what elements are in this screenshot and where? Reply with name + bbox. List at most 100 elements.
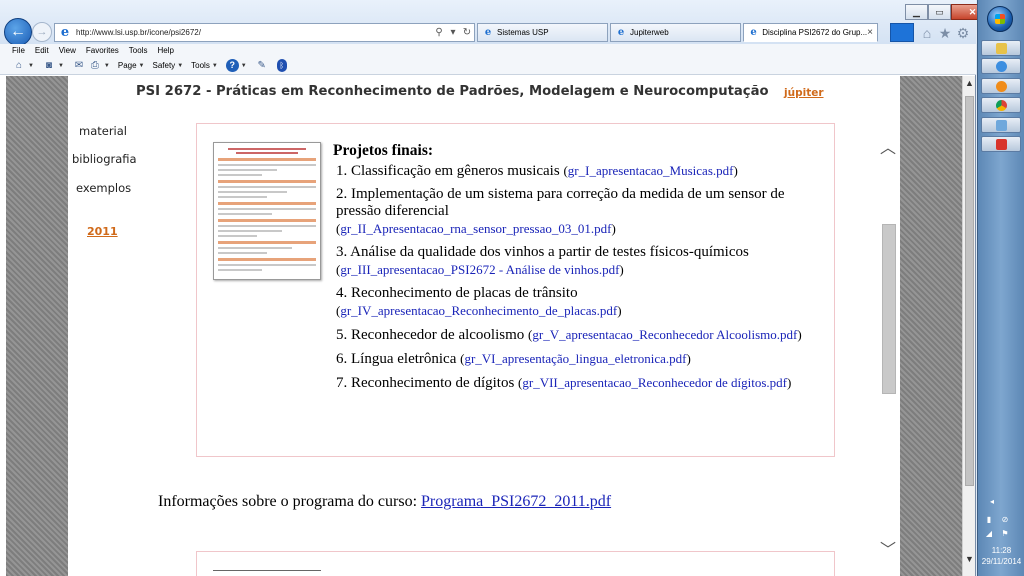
page-scrollbar[interactable]: ▲ ▼ (962, 76, 975, 576)
menu-bar: File Edit View Favorites Tools Help (0, 44, 976, 57)
star-icon[interactable]: ★ (937, 25, 953, 41)
scroll-up-icon[interactable]: ▲ (964, 78, 975, 88)
tab-label: Disciplina PSI2672 do Grup... (762, 28, 868, 37)
program-info-text: Informações sobre o programa do curso: (158, 493, 422, 510)
help-icon[interactable]: ? (225, 59, 239, 72)
feeds-icon[interactable]: ◙ (42, 59, 56, 73)
scroll-down-icon[interactable]: ▼ (964, 554, 975, 564)
menu-favorites[interactable]: Favorites (86, 46, 119, 55)
chevron-down-icon[interactable]: ▼ (58, 63, 64, 69)
forward-button[interactable]: → (32, 22, 52, 42)
maximize-button[interactable]: ▭ (928, 4, 951, 20)
print-icon[interactable]: ⎙ (88, 59, 102, 73)
project-item: 3. Análise da qualidade dos vinhos a par… (336, 244, 749, 277)
project-title: 2. Implementação de um sistema para corr… (336, 186, 785, 219)
signal-icon[interactable]: ◢ (984, 529, 994, 539)
ie-icon: e (484, 26, 492, 38)
tab-label: Sistemas USP (497, 28, 549, 37)
home-icon[interactable]: ⌂ (919, 25, 935, 41)
project-pdf-link[interactable]: gr_III_apresentacao_PSI2672 - Análise de… (340, 262, 619, 277)
safety-menu[interactable]: Safety (153, 61, 176, 70)
start-button[interactable] (987, 6, 1013, 32)
home-page-icon[interactable]: ⌂ (12, 59, 26, 73)
program-pdf-link[interactable]: Programa_PSI2672_2011.pdf (421, 493, 611, 510)
frame-scroll-thumb[interactable] (882, 224, 896, 394)
project-title: 1. Classificação em gêneros musicais (336, 163, 560, 179)
bluetooth-icon[interactable]: ᛒ (276, 59, 287, 72)
network-warning-icon[interactable]: ⊘ (1000, 515, 1010, 525)
chevron-down-icon[interactable]: ▼ (28, 63, 34, 69)
projects-list: Projetos finais: 1. Classificação em gên… (333, 142, 813, 398)
sidebar-item-material[interactable]: material (79, 124, 127, 138)
research-icon[interactable]: ✎ (255, 59, 269, 73)
project-pdf-link[interactable]: gr_IV_apresentacao_Reconhecimento_de_pla… (340, 303, 617, 318)
back-button[interactable]: ← (4, 18, 32, 46)
program-info: Informações sobre o programa do curso: P… (158, 493, 611, 511)
tab-jupiterweb[interactable]: e Jupiterweb (610, 23, 741, 42)
minimize-button[interactable]: ▁ (905, 4, 928, 20)
project-pdf-link[interactable]: gr_II_Apresentacao_rna_sensor_pressao_03… (340, 221, 611, 236)
system-tray: ◂ ▮ ⊘ ◢ ⚑ 11:28 29/11/2014 (978, 495, 1024, 575)
search-icon[interactable]: ⚲ (432, 27, 446, 38)
page-background-left (6, 76, 68, 576)
frame-scrollbar[interactable]: ︿ ﹀ (880, 124, 896, 564)
project-item: 2. Implementação de um sistema para corr… (336, 186, 785, 236)
battery-icon[interactable]: ▮ (984, 515, 994, 525)
tab-disciplina-psi2672[interactable]: e Disciplina PSI2672 do Grup... × (743, 23, 878, 42)
menu-edit[interactable]: Edit (35, 46, 49, 55)
taskbar-media-player[interactable] (981, 78, 1021, 94)
chevron-down-icon[interactable]: ▼ (212, 63, 218, 69)
chevron-down-icon[interactable]: ﹀ (880, 536, 896, 560)
page-title: PSI 2672 - Práticas em Reconhecimento de… (136, 84, 769, 99)
tray-expand-icon[interactable]: ◂ (990, 497, 994, 506)
document-thumbnail[interactable] (213, 142, 321, 280)
page-scroll-thumb[interactable] (965, 96, 974, 486)
project-item: 1. Classificação em gêneros musicais (gr… (336, 163, 738, 179)
projects-box: Projetos finais: 1. Classificação em gên… (196, 123, 835, 457)
taskbar-chrome[interactable] (981, 97, 1021, 113)
document-thumbnail[interactable] (213, 570, 321, 576)
taskbar-internet-explorer[interactable] (981, 58, 1021, 74)
address-bar[interactable]: e http://www.lsi.usp.br/icone/psi2672/ ⚲… (54, 23, 475, 42)
page-menu[interactable]: Page (118, 61, 137, 70)
project-pdf-link[interactable]: gr_V_apresentacao_Reconhecedor Alcoolism… (532, 327, 797, 342)
new-tab-button[interactable] (890, 23, 914, 42)
tools-menu[interactable]: Tools (191, 61, 210, 70)
sidebar-item-2011[interactable]: 2011 (87, 225, 118, 238)
tab-sistemas-usp[interactable]: e Sistemas USP (477, 23, 608, 42)
menu-help[interactable]: Help (157, 46, 173, 55)
taskbar-explorer[interactable] (981, 117, 1021, 133)
chevron-down-icon[interactable]: ▼ (241, 63, 247, 69)
projects-heading: Projetos finais: (333, 142, 434, 159)
dropdown-icon[interactable]: ▾ (446, 27, 460, 38)
project-item: 7. Reconhecimento de dígitos (gr_VII_apr… (336, 375, 792, 391)
project-pdf-link[interactable]: gr_I_apresentacao_Musicas.pdf (568, 163, 734, 178)
project-pdf-link[interactable]: gr_VI_apresentação_lingua_eletronica.pdf (464, 351, 686, 366)
menu-view[interactable]: View (59, 46, 76, 55)
taskbar-folder[interactable] (981, 40, 1021, 56)
chevron-down-icon[interactable]: ▼ (139, 63, 145, 69)
media-player-icon (995, 80, 1007, 92)
taskbar-acrobat[interactable] (981, 136, 1021, 152)
url-text[interactable]: http://www.lsi.usp.br/icone/psi2672/ (76, 28, 432, 37)
clock-date[interactable]: 29/11/2014 (978, 557, 1024, 566)
browser-window: ← → e http://www.lsi.usp.br/icone/psi267… (0, 0, 994, 576)
sidebar-item-bibliografia[interactable]: bibliografia (72, 152, 137, 166)
gear-icon[interactable]: ⚙ (955, 25, 971, 41)
mail-icon[interactable]: ✉ (72, 59, 86, 73)
clock-time[interactable]: 11:28 (978, 546, 1024, 555)
flag-icon[interactable]: ⚑ (1000, 529, 1010, 539)
menu-tools[interactable]: Tools (129, 46, 148, 55)
project-title: 6. Língua eletrônica (336, 351, 457, 367)
chevron-down-icon[interactable]: ▼ (104, 63, 110, 69)
project-title: 5. Reconhecedor de alcoolismo (336, 327, 525, 343)
chevron-up-icon[interactable]: ︿ (880, 134, 896, 158)
chevron-down-icon[interactable]: ▼ (177, 63, 183, 69)
project-pdf-link[interactable]: gr_VII_apresentacao_Reconhecedor de dígi… (522, 375, 787, 390)
tab-close-button[interactable]: × (867, 27, 873, 38)
sidebar-item-exemplos[interactable]: exemplos (76, 181, 131, 195)
project-item: 4. Reconhecimento de placas de trânsito … (336, 285, 622, 318)
menu-file[interactable]: File (12, 46, 25, 55)
refresh-icon[interactable]: ↻ (460, 27, 474, 38)
jupiter-link[interactable]: júpiter (784, 87, 824, 99)
